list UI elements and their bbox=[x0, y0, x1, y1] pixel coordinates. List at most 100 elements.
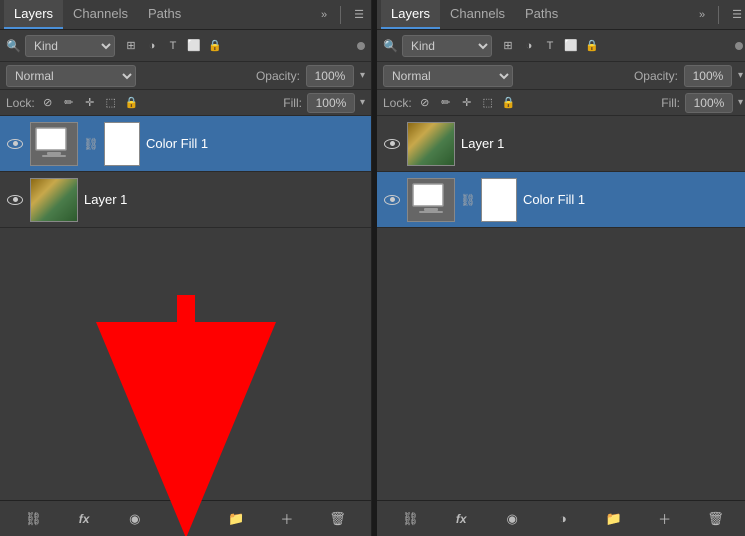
right-lock-label: Lock: bbox=[383, 96, 412, 110]
left-filter-pixel-icon[interactable]: ⊞ bbox=[123, 38, 139, 54]
left-filter-type-icon[interactable]: T bbox=[165, 38, 181, 54]
right-bb-trash-icon[interactable]: 🗑 bbox=[704, 508, 726, 530]
left-filter-row: 🔍 Kind ⊞ ◑ T ⬜ 🔒 bbox=[0, 30, 371, 62]
left-lock-transparent-icon[interactable]: ⊘ bbox=[40, 95, 56, 111]
right-bb-add-icon[interactable]: ＋ bbox=[654, 508, 676, 530]
right-lock-transparent-icon[interactable]: ⊘ bbox=[417, 95, 433, 111]
right-layer-1-thumb bbox=[407, 122, 455, 166]
right-filter-row: 🔍 Kind ⊞ ◑ T ⬜ 🔒 bbox=[377, 30, 745, 62]
right-bb-link-icon[interactable]: ⛓ bbox=[399, 508, 421, 530]
left-bottom-bar: ⛓ fx ◉ ◑ 📁 ＋ 🗑 bbox=[0, 500, 371, 536]
right-tab-layers[interactable]: Layers bbox=[381, 0, 440, 29]
right-layer-1[interactable]: Layer 1 bbox=[377, 116, 745, 172]
left-panel-expand-icon[interactable]: » bbox=[318, 7, 330, 23]
right-bb-fx-icon[interactable]: fx bbox=[450, 508, 472, 530]
right-layer-cf1-visibility[interactable] bbox=[383, 191, 401, 209]
right-filter-shape-icon[interactable]: ⬜ bbox=[563, 38, 579, 54]
left-bb-half-circle-icon[interactable]: ◑ bbox=[174, 508, 196, 530]
left-opacity-input[interactable] bbox=[306, 65, 354, 87]
left-fill-chevron[interactable]: ▾ bbox=[360, 97, 365, 108]
left-layer-cf1-thumb bbox=[30, 122, 78, 166]
right-bottom-bar: ⛓ fx ◉ ◑ 📁 ＋ 🗑 bbox=[377, 500, 745, 536]
left-layers-list: ⛓ Color Fill 1 Layer 1 bbox=[0, 116, 371, 500]
left-panel-menu-icon[interactable]: ☰ bbox=[351, 6, 367, 23]
left-kind-select[interactable]: Kind bbox=[25, 35, 115, 57]
left-tabs-divider bbox=[340, 6, 341, 24]
left-bb-link-icon[interactable]: ⛓ bbox=[22, 508, 44, 530]
left-bb-trash-icon[interactable]: 🗑 bbox=[327, 508, 349, 530]
left-bb-folder-icon[interactable]: 📁 bbox=[225, 508, 247, 530]
right-layer-1-name: Layer 1 bbox=[461, 136, 743, 151]
right-bb-camera-icon[interactable]: ◉ bbox=[501, 508, 523, 530]
right-filter-dot-icon bbox=[735, 42, 743, 50]
left-layer-1-thumb bbox=[30, 178, 78, 222]
right-layer-1-visibility[interactable] bbox=[383, 135, 401, 153]
left-filter-dot-icon bbox=[357, 42, 365, 50]
right-lock-artboard-icon[interactable]: ⬚ bbox=[480, 95, 496, 111]
right-filter-type-icon[interactable]: T bbox=[542, 38, 558, 54]
right-blend-select[interactable]: Normal bbox=[383, 65, 513, 87]
left-lock-artboard-icon[interactable]: ⬚ bbox=[103, 95, 119, 111]
right-panel-expand-icon[interactable]: » bbox=[696, 7, 708, 23]
left-layer-cf1-name: Color Fill 1 bbox=[146, 136, 365, 151]
right-tabs-divider bbox=[718, 6, 719, 24]
left-layer-1[interactable]: Layer 1 bbox=[0, 172, 371, 228]
right-tab-channels[interactable]: Channels bbox=[440, 0, 515, 29]
left-blend-row: Normal Opacity: ▾ bbox=[0, 62, 371, 90]
right-tab-paths[interactable]: Paths bbox=[515, 0, 568, 29]
right-lock-all-icon[interactable]: 🔒 bbox=[501, 95, 517, 111]
right-tabs-row: Layers Channels Paths » ☰ bbox=[377, 0, 745, 30]
right-panel-menu-icon[interactable]: ☰ bbox=[729, 6, 745, 23]
right-opacity-label: Opacity: bbox=[634, 69, 678, 83]
left-bb-fx-icon[interactable]: fx bbox=[73, 508, 95, 530]
right-lock-paint-icon[interactable]: ✏ bbox=[438, 95, 454, 111]
right-panel: Layers Channels Paths » ☰ 🔍 Kind ⊞ ◑ T ⬜… bbox=[377, 0, 745, 536]
left-layer-color-fill-1[interactable]: ⛓ Color Fill 1 bbox=[0, 116, 371, 172]
right-lock-move-icon[interactable]: ✛ bbox=[459, 95, 475, 111]
left-filter-icon: 🔍 bbox=[6, 39, 21, 53]
left-layer-cf1-mask bbox=[104, 122, 140, 166]
left-fill-label: Fill: bbox=[283, 96, 302, 110]
left-tab-paths[interactable]: Paths bbox=[138, 0, 191, 29]
right-layer-cf1-chain: ⛓ bbox=[461, 193, 475, 207]
left-tab-layers[interactable]: Layers bbox=[4, 0, 63, 29]
left-lock-paint-icon[interactable]: ✏ bbox=[61, 95, 77, 111]
right-fill-input[interactable] bbox=[685, 93, 733, 113]
right-filter-pixel-icon[interactable]: ⊞ bbox=[500, 38, 516, 54]
right-opacity-input[interactable] bbox=[684, 65, 732, 87]
right-fill-chevron[interactable]: ▾ bbox=[738, 97, 743, 108]
left-lock-all-icon[interactable]: 🔒 bbox=[124, 95, 140, 111]
left-layer-1-visibility[interactable] bbox=[6, 191, 24, 209]
left-tab-channels[interactable]: Channels bbox=[63, 0, 138, 29]
left-bb-add-icon[interactable]: ＋ bbox=[276, 508, 298, 530]
left-blend-select[interactable]: Normal bbox=[6, 65, 136, 87]
right-lock-row: Lock: ⊘ ✏ ✛ ⬚ 🔒 Fill: ▾ bbox=[377, 90, 745, 116]
left-opacity-chevron[interactable]: ▾ bbox=[360, 70, 365, 81]
right-bb-folder-icon[interactable]: 📁 bbox=[603, 508, 625, 530]
right-filter-adjust-icon[interactable]: ◑ bbox=[521, 38, 537, 54]
right-filter-smart-icon[interactable]: 🔒 bbox=[584, 38, 600, 54]
right-opacity-chevron[interactable]: ▾ bbox=[738, 70, 743, 81]
right-kind-select[interactable]: Kind bbox=[402, 35, 492, 57]
left-lock-row: Lock: ⊘ ✏ ✛ ⬚ 🔒 Fill: ▾ bbox=[0, 90, 371, 116]
left-fill-input[interactable] bbox=[307, 93, 355, 113]
left-layer-cf1-visibility[interactable] bbox=[6, 135, 24, 153]
left-filter-smart-icon[interactable]: 🔒 bbox=[207, 38, 223, 54]
left-panel: Layers Channels Paths » ☰ 🔍 Kind ⊞ ◑ T ⬜… bbox=[0, 0, 372, 536]
right-bb-half-circle-icon[interactable]: ◑ bbox=[552, 508, 574, 530]
left-layer-1-name: Layer 1 bbox=[84, 192, 365, 207]
left-opacity-label: Opacity: bbox=[256, 69, 300, 83]
right-blend-row: Normal Opacity: ▾ bbox=[377, 62, 745, 90]
right-fill-label: Fill: bbox=[661, 96, 680, 110]
left-lock-label: Lock: bbox=[6, 96, 35, 110]
left-filter-shape-icon[interactable]: ⬜ bbox=[186, 38, 202, 54]
right-layer-cf1-name: Color Fill 1 bbox=[523, 192, 743, 207]
left-bb-camera-icon[interactable]: ◉ bbox=[124, 508, 146, 530]
right-layer-cf1-thumb bbox=[407, 178, 455, 222]
left-layer-cf1-chain: ⛓ bbox=[84, 137, 98, 151]
right-layer-color-fill-1[interactable]: ⛓ Color Fill 1 bbox=[377, 172, 745, 228]
right-filter-icon: 🔍 bbox=[383, 39, 398, 53]
left-filter-adjust-icon[interactable]: ◑ bbox=[144, 38, 160, 54]
left-lock-move-icon[interactable]: ✛ bbox=[82, 95, 98, 111]
left-tabs-row: Layers Channels Paths » ☰ bbox=[0, 0, 371, 30]
